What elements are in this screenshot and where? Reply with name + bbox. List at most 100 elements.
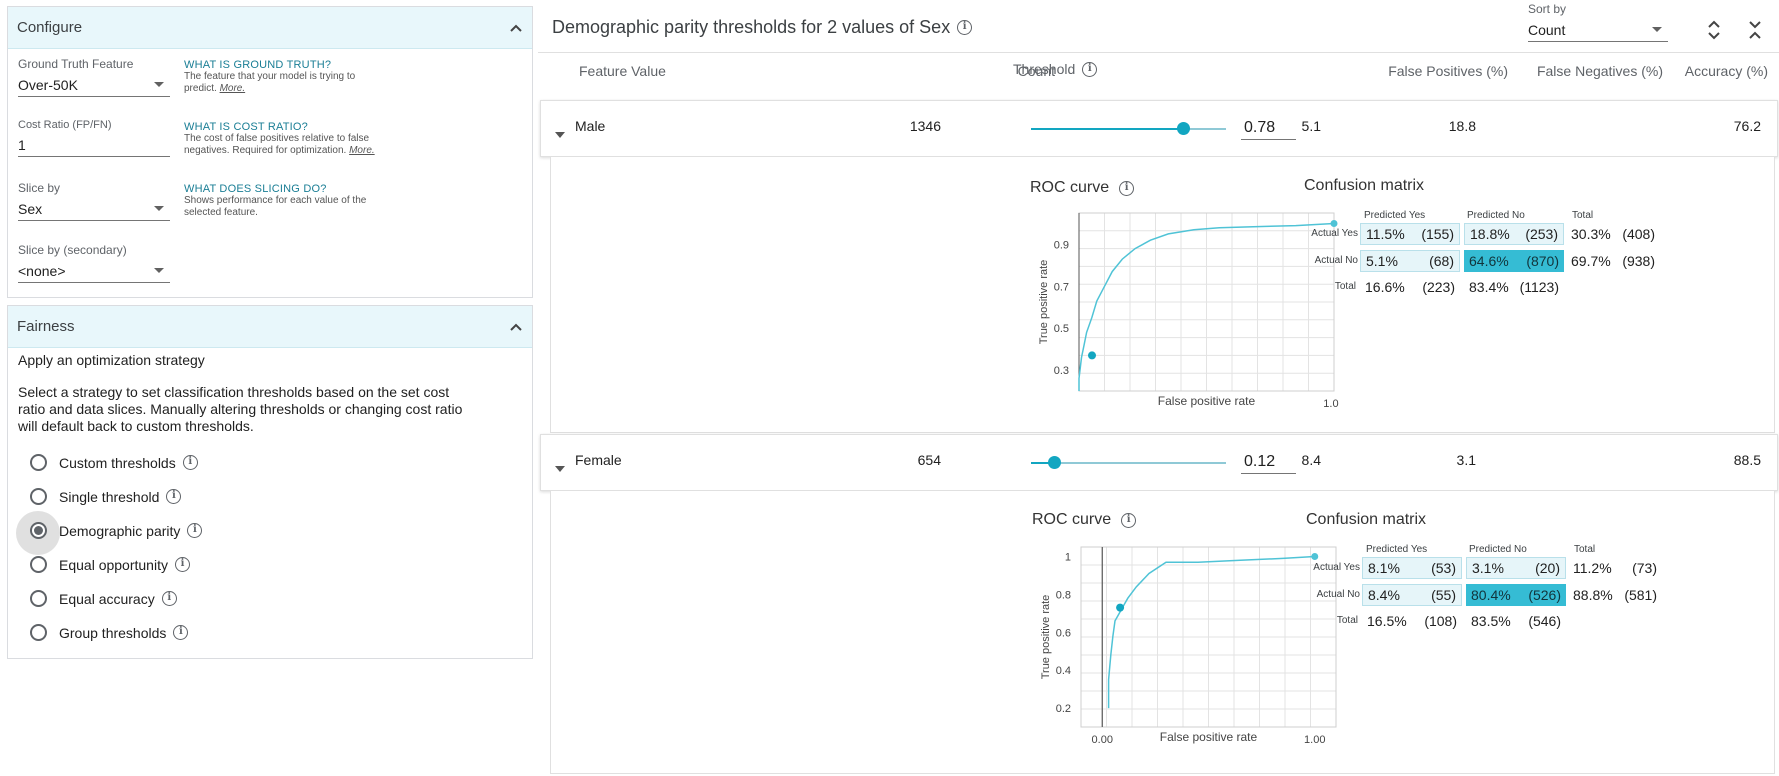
cm-row-header: Total [1336, 615, 1358, 626]
collapse-all-icon[interactable] [1748, 20, 1762, 45]
info-icon[interactable]: i [187, 523, 203, 538]
y-axis-label: True positive rate [1038, 260, 1050, 345]
strategy-option-label: Equal opportunity [59, 556, 168, 573]
slider-thumb[interactable] [1177, 122, 1191, 135]
more-link[interactable]: More. [349, 145, 375, 156]
more-link[interactable]: More. [220, 83, 246, 94]
roc-threshold-point[interactable] [1116, 603, 1125, 612]
cm-col-header: Total [1572, 210, 1594, 221]
cm-cell: 30.3% (408) [1566, 223, 1660, 245]
roc-title-row: ROC curve i [1032, 511, 1137, 529]
strategy-option[interactable]: Single threshold i [30, 488, 182, 505]
cm-cell-count: (408) [1622, 226, 1655, 242]
ground-truth-field: Ground Truth Feature Over-50K [18, 57, 170, 97]
radio-unchecked-icon[interactable] [30, 590, 47, 607]
slider-thumb[interactable] [1048, 456, 1062, 469]
table-row[interactable]: Female 654 0.12 8.4 3.1 88.5 [540, 434, 1778, 491]
expand-toggle-icon[interactable] [555, 459, 565, 477]
roc-svg: 0.90.70.50.31.00False positive rateTrue … [1038, 212, 1345, 410]
dropdown-caret-icon [154, 268, 164, 273]
cm-cell-percent: 88.8% [1573, 587, 1613, 603]
cm-cell-percent: 11.2% [1573, 560, 1612, 576]
expand-toggle-icon[interactable] [555, 125, 565, 143]
info-icon[interactable]: i [173, 625, 189, 640]
slice-by-help-text: Shows performance for each value of the … [184, 195, 367, 218]
info-icon[interactable]: i [161, 591, 177, 606]
slice-by-select[interactable]: Sex [18, 197, 170, 221]
cm-cell: 64.6% (870) [1464, 250, 1564, 272]
cm-cell: 3.1% (20) [1466, 557, 1566, 579]
cm-cell: 16.5% (108) [1362, 610, 1462, 632]
strategy-option[interactable]: Equal accuracy i [30, 590, 177, 607]
ground-truth-help-text: The feature that your model is trying to… [184, 71, 356, 94]
divider [538, 52, 1779, 53]
y-axis-label: True positive rate [1040, 595, 1052, 680]
table-row[interactable]: Male 1346 0.78 5.1 18.8 76.2 [540, 100, 1778, 157]
confusion-matrix: Confusion matrix Predicted Yes Predicted N… [1306, 511, 1666, 761]
y-tick-label: 0.9 [1054, 239, 1069, 251]
col-accuracy[interactable]: Accuracy (%) [1578, 63, 1768, 79]
configure-header[interactable]: Configure [8, 7, 532, 49]
slice-by-help: WHAT DOES SLICING DO? Shows performance … [184, 183, 374, 219]
cm-row-header: Actual No [1316, 589, 1360, 600]
slice-by-secondary-select[interactable]: <none> [18, 259, 170, 283]
cm-cell-count: (546) [1528, 613, 1561, 629]
info-icon[interactable]: i [957, 20, 973, 35]
threshold-slider[interactable] [1031, 116, 1226, 141]
info-icon[interactable]: i [166, 489, 182, 504]
strategy-option[interactable]: Equal opportunity i [30, 556, 190, 573]
cm-cell-count: (20) [1535, 560, 1560, 576]
cm-cell: 11.5% (155) [1360, 223, 1460, 245]
x-axis-label: False positive rate [1160, 730, 1258, 744]
info-icon[interactable]: i [1121, 512, 1137, 528]
expand-all-icon[interactable] [1707, 20, 1721, 45]
col-threshold[interactable]: Threshold [1013, 61, 1075, 77]
fairness-description: Select a strategy to set classification … [18, 384, 463, 434]
strategy-option[interactable]: Demographic parity i [16, 511, 203, 555]
col-feature-value[interactable]: Feature Value [579, 63, 666, 79]
cm-cell: 8.4% (55) [1362, 584, 1462, 606]
fairness-header[interactable]: Fairness [8, 306, 532, 348]
y-tick-label: 0.4 [1056, 665, 1071, 677]
radio-unchecked-icon[interactable] [30, 488, 47, 505]
info-icon[interactable]: i [1119, 180, 1135, 196]
info-icon[interactable]: i [174, 557, 190, 572]
row-count: 654 [917, 452, 941, 468]
y-tick-label: 1 [1065, 551, 1071, 563]
chevron-up-icon[interactable] [509, 319, 523, 335]
radio-dot [34, 526, 43, 535]
strategy-option[interactable]: Group thresholds i [30, 624, 189, 641]
info-icon[interactable]: i [182, 455, 198, 470]
ground-truth-select[interactable]: Over-50K [18, 73, 170, 97]
cm-col-header: Predicted Yes [1366, 544, 1428, 555]
info-icon[interactable]: i [1082, 61, 1098, 77]
false-positives-value: 5.1 [1301, 118, 1321, 134]
radio-unchecked-icon[interactable] [30, 556, 47, 573]
radio-checked-icon[interactable] [30, 522, 47, 539]
strategy-option[interactable]: Custom thresholds i [30, 454, 198, 471]
cost-ratio-input[interactable]: 1 [18, 133, 170, 157]
cm-cell-count: (55) [1431, 587, 1456, 603]
cm-cell-percent: 30.3% [1571, 226, 1611, 242]
slice-by-secondary-label: Slice by (secondary) [18, 243, 127, 257]
roc-threshold-point[interactable] [1088, 351, 1097, 360]
cost-ratio-field: Cost Ratio (FP/FN) 1 [18, 119, 170, 157]
cm-cell-percent: 16.6% [1365, 279, 1405, 295]
cm-cell-percent: 16.5% [1367, 613, 1407, 629]
radio-unchecked-icon[interactable] [30, 454, 47, 471]
row-detail: ROC curvei0.90.70.50.31.00False positive… [550, 157, 1775, 433]
accuracy-value: 76.2 [1733, 118, 1761, 134]
left-panel: Configure Ground Truth Feature Over-50K … [0, 0, 538, 776]
cm-cell-percent: 80.4% [1471, 587, 1511, 603]
ground-truth-label: Ground Truth Feature [18, 57, 134, 71]
results-panel: Demographic parity thresholds for 2 valu… [538, 0, 1779, 776]
threshold-slider[interactable] [1031, 450, 1226, 475]
radio-unchecked-icon[interactable] [30, 624, 47, 641]
chevron-up-icon[interactable] [509, 20, 523, 36]
cm-cell-percent: 8.4% [1368, 587, 1400, 603]
sort-by-select[interactable]: Count [1528, 18, 1668, 42]
cm-cell: 83.5% (546) [1466, 610, 1566, 632]
fairness-title: Fairness [17, 318, 75, 335]
x-tick-label: 0.00 [1092, 734, 1113, 746]
fairness-subtitle: Apply an optimization strategy [18, 352, 205, 368]
